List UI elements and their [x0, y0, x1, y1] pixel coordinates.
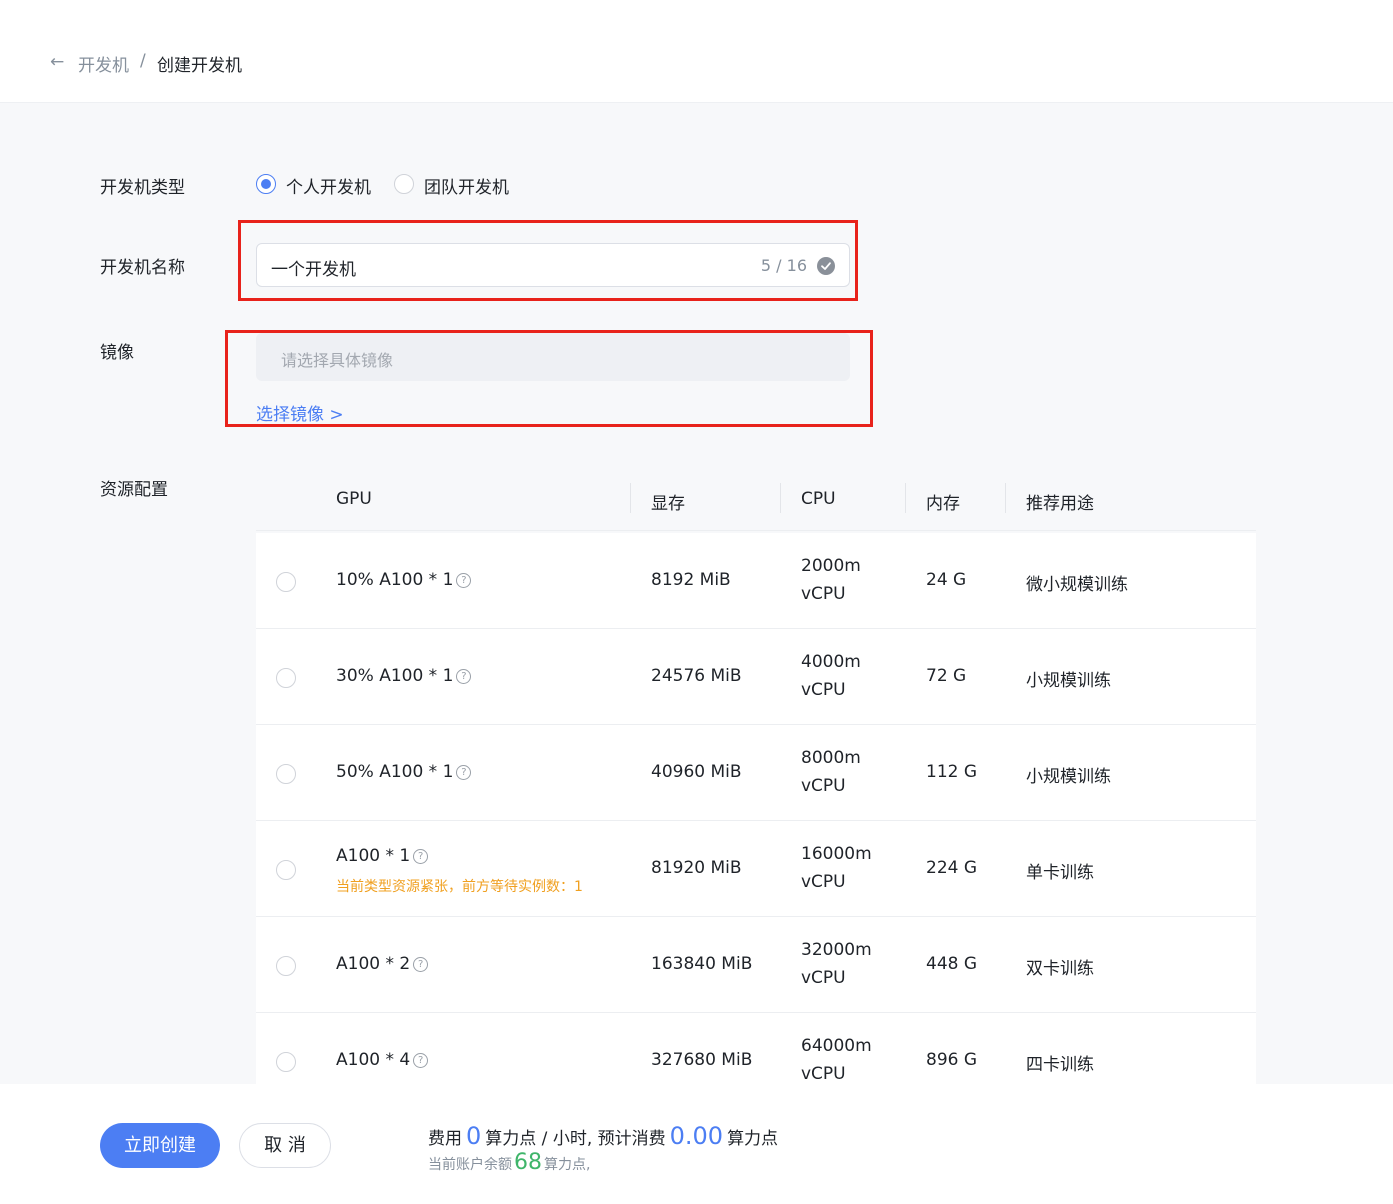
header-mem: 内存	[926, 494, 960, 514]
table-row[interactable]: A100 * 4? 327680 MiB 64000m vCPU 896 G 四…	[256, 1013, 1256, 1084]
radio-personal-label[interactable]: 个人开发机	[286, 173, 371, 198]
row-use: 小规模训练	[1026, 767, 1111, 787]
table-row[interactable]: A100 * 1? 当前类型资源紧张，前方等待实例数：1 81920 MiB 1…	[256, 821, 1256, 917]
row-radio[interactable]	[276, 860, 296, 880]
cost-suffix: 算力点	[727, 1129, 779, 1149]
row-gpu: 50% A100 * 1?	[336, 762, 472, 782]
check-circle-icon	[817, 257, 835, 275]
header-divider	[630, 483, 631, 513]
question-circle-icon[interactable]: ?	[456, 764, 472, 780]
image-label: 镜像	[100, 343, 134, 363]
row-vram: 81920 MiB	[651, 858, 742, 878]
row-cpu-value: 16000m	[801, 844, 872, 864]
radio-personal[interactable]	[256, 174, 276, 194]
table-row[interactable]: A100 * 2? 163840 MiB 32000m vCPU 448 G 双…	[256, 917, 1256, 1013]
table-row[interactable]: 50% A100 * 1? 40960 MiB 8000m vCPU 112 G…	[256, 725, 1256, 821]
row-radio[interactable]	[276, 572, 296, 592]
row-radio[interactable]	[276, 956, 296, 976]
row-radio[interactable]	[276, 764, 296, 784]
row-use: 四卡训练	[1026, 1055, 1094, 1075]
row-use: 小规模训练	[1026, 671, 1111, 691]
type-label: 开发机类型	[100, 178, 185, 198]
row-mem: 224 G	[926, 858, 978, 878]
breadcrumb-separator: /	[140, 51, 146, 71]
row-cpu-value: 2000m	[801, 556, 861, 576]
row-cpu-unit: vCPU	[801, 584, 846, 604]
row-mem: 72 G	[926, 666, 967, 686]
name-input-value: 一个开发机	[271, 260, 356, 280]
row-cpu-value: 4000m	[801, 652, 861, 672]
header-divider	[1005, 483, 1006, 513]
row-use: 微小规模训练	[1026, 575, 1128, 595]
row-warning: 当前类型资源紧张，前方等待实例数：1	[336, 879, 583, 895]
table-row[interactable]: 30% A100 * 1? 24576 MiB 4000m vCPU 72 G …	[256, 629, 1256, 725]
row-mem: 112 G	[926, 762, 978, 782]
question-circle-icon[interactable]: ?	[413, 1052, 429, 1068]
resource-label: 资源配置	[100, 480, 168, 500]
arrow-left-icon[interactable]: ←	[50, 52, 66, 72]
row-cpu-unit: vCPU	[801, 1064, 846, 1084]
row-cpu-unit: vCPU	[801, 776, 846, 796]
balance-prefix: 当前账户余额	[428, 1157, 512, 1173]
image-select[interactable]: 请选择具体镜像	[256, 333, 850, 381]
create-button[interactable]: 立即创建	[100, 1123, 220, 1168]
row-gpu: 10% A100 * 1?	[336, 570, 472, 590]
row-vram: 40960 MiB	[651, 762, 742, 782]
header-divider	[905, 483, 906, 513]
row-gpu: 30% A100 * 1?	[336, 666, 472, 686]
table-row[interactable]: 10% A100 * 1? 8192 MiB 2000m vCPU 24 G 微…	[256, 533, 1256, 629]
breadcrumb-current: 创建开发机	[157, 56, 242, 76]
row-cpu-value: 32000m	[801, 940, 872, 960]
cost-mid: 算力点 / 小时, 预计消费	[485, 1129, 666, 1149]
row-gpu: A100 * 2?	[336, 954, 429, 974]
question-circle-icon[interactable]: ?	[413, 848, 429, 864]
row-mem: 24 G	[926, 570, 967, 590]
name-char-count: 5 / 16	[760, 256, 807, 275]
row-mem: 448 G	[926, 954, 978, 974]
row-cpu-value: 64000m	[801, 1036, 872, 1056]
question-circle-icon[interactable]: ?	[456, 668, 472, 684]
row-gpu: A100 * 4?	[336, 1050, 429, 1070]
header-divider	[780, 483, 781, 513]
image-placeholder: 请选择具体镜像	[281, 351, 394, 370]
row-cpu-value: 8000m	[801, 748, 861, 768]
resource-table: GPU 显存 CPU 内存 推荐用途 10% A100 * 1? 8192 Mi…	[256, 467, 1256, 1084]
balance-value: 68	[514, 1150, 542, 1175]
select-image-link[interactable]: 选择镜像 >	[256, 400, 344, 425]
estimate-value: 0.00	[669, 1122, 724, 1150]
header-cpu: CPU	[801, 489, 836, 509]
cost-value: 0	[466, 1122, 482, 1150]
row-cpu-unit: vCPU	[801, 680, 846, 700]
row-radio[interactable]	[276, 668, 296, 688]
cancel-button[interactable]: 取 消	[239, 1123, 331, 1168]
row-vram: 24576 MiB	[651, 666, 742, 686]
cost-prefix: 费用	[428, 1129, 462, 1149]
footer-bar: 立即创建 取 消 费用 0 算力点 / 小时, 预计消费 0.00 算力点 当前账户余额…	[0, 1084, 1393, 1204]
cost-summary: 费用 0 算力点 / 小时, 预计消费 0.00 算力点	[428, 1122, 778, 1150]
page-header: ← 开发机 / 创建开发机	[0, 0, 1393, 103]
header-vram: 显存	[651, 494, 685, 514]
row-cpu-unit: vCPU	[801, 872, 846, 892]
balance-summary: 当前账户余额68 算力点,	[428, 1150, 590, 1175]
header-use: 推荐用途	[1026, 494, 1094, 514]
row-use: 双卡训练	[1026, 959, 1094, 979]
row-use: 单卡训练	[1026, 863, 1094, 883]
balance-suffix: 算力点,	[544, 1157, 591, 1173]
header-gpu: GPU	[336, 489, 372, 509]
row-mem: 896 G	[926, 1050, 978, 1070]
row-vram: 327680 MiB	[651, 1050, 753, 1070]
row-radio[interactable]	[276, 1052, 296, 1072]
breadcrumb-parent[interactable]: 开发机	[78, 51, 129, 76]
radio-team-label[interactable]: 团队开发机	[424, 173, 509, 198]
row-vram: 163840 MiB	[651, 954, 753, 974]
question-circle-icon[interactable]: ?	[456, 572, 472, 588]
table-header: GPU 显存 CPU 内存 推荐用途	[256, 467, 1256, 531]
name-label: 开发机名称	[100, 258, 185, 278]
name-input[interactable]: 一个开发机 5 / 16	[256, 243, 850, 287]
row-gpu: A100 * 1?	[336, 846, 429, 866]
radio-team[interactable]	[394, 174, 414, 194]
row-cpu-unit: vCPU	[801, 968, 846, 988]
question-circle-icon[interactable]: ?	[413, 956, 429, 972]
row-vram: 8192 MiB	[651, 570, 731, 590]
